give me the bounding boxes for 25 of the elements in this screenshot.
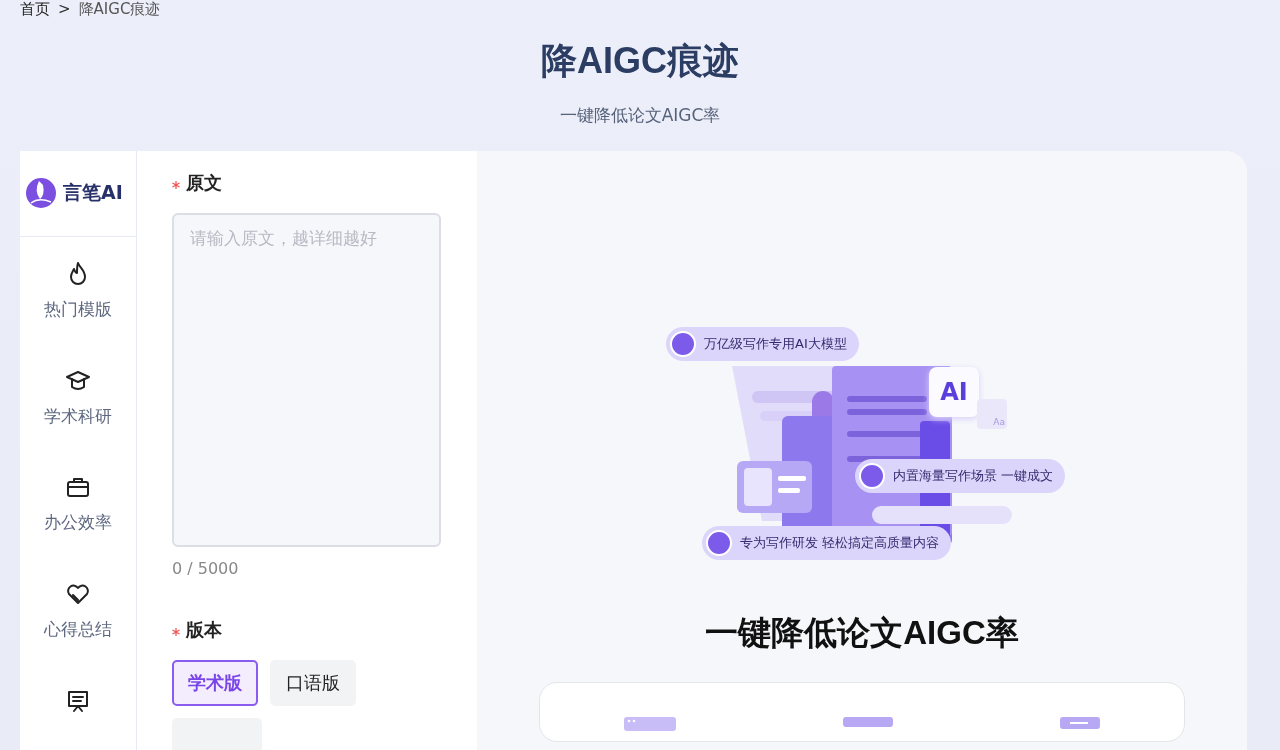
sidebar-item[interactable]: 办公效率 (44, 450, 112, 558)
version-option[interactable]: 学术版 (172, 660, 258, 706)
section-heading: 一键降低论文AIGC率 (705, 613, 1019, 653)
breadcrumb-link[interactable]: 首页 (20, 0, 50, 18)
ai-badge: AI (929, 367, 979, 417)
sidebar-item[interactable]: 心得总结 (44, 557, 112, 665)
feature-chip: 万亿级写作专用AI大模型 (666, 327, 859, 361)
note-icon (1060, 717, 1101, 729)
feature-chip: 内置海量写作场景 一键成文 (855, 459, 1066, 493)
breadcrumb-current: 降AIGC痕迹 (78, 0, 161, 18)
window-icon (623, 717, 676, 731)
sidebar-item[interactable]: 热门模版 (44, 236, 112, 344)
character-count: 0 / 5000 (172, 559, 240, 578)
logo-text: 言笔AI (63, 180, 123, 206)
breadcrumb-separator: > (58, 0, 71, 18)
original-text-field[interactable]: 请输入原文，越详细越好 (172, 213, 441, 547)
field-label: 版本 (186, 618, 222, 642)
version-option[interactable]: 口语版 (270, 660, 356, 706)
page-title: 降AIGC痕迹 (540, 39, 740, 83)
field-label: 原文 (186, 171, 222, 195)
sidebar-item[interactable]: 学术科研 (44, 343, 112, 451)
page-subtitle: 一键降低论文AIGC率 (558, 104, 722, 127)
logo-icon (25, 177, 57, 210)
font-badge: Aa (977, 399, 1007, 429)
feature-chip: 专为写作研发 轻松搞定高质量内容 (702, 526, 952, 560)
